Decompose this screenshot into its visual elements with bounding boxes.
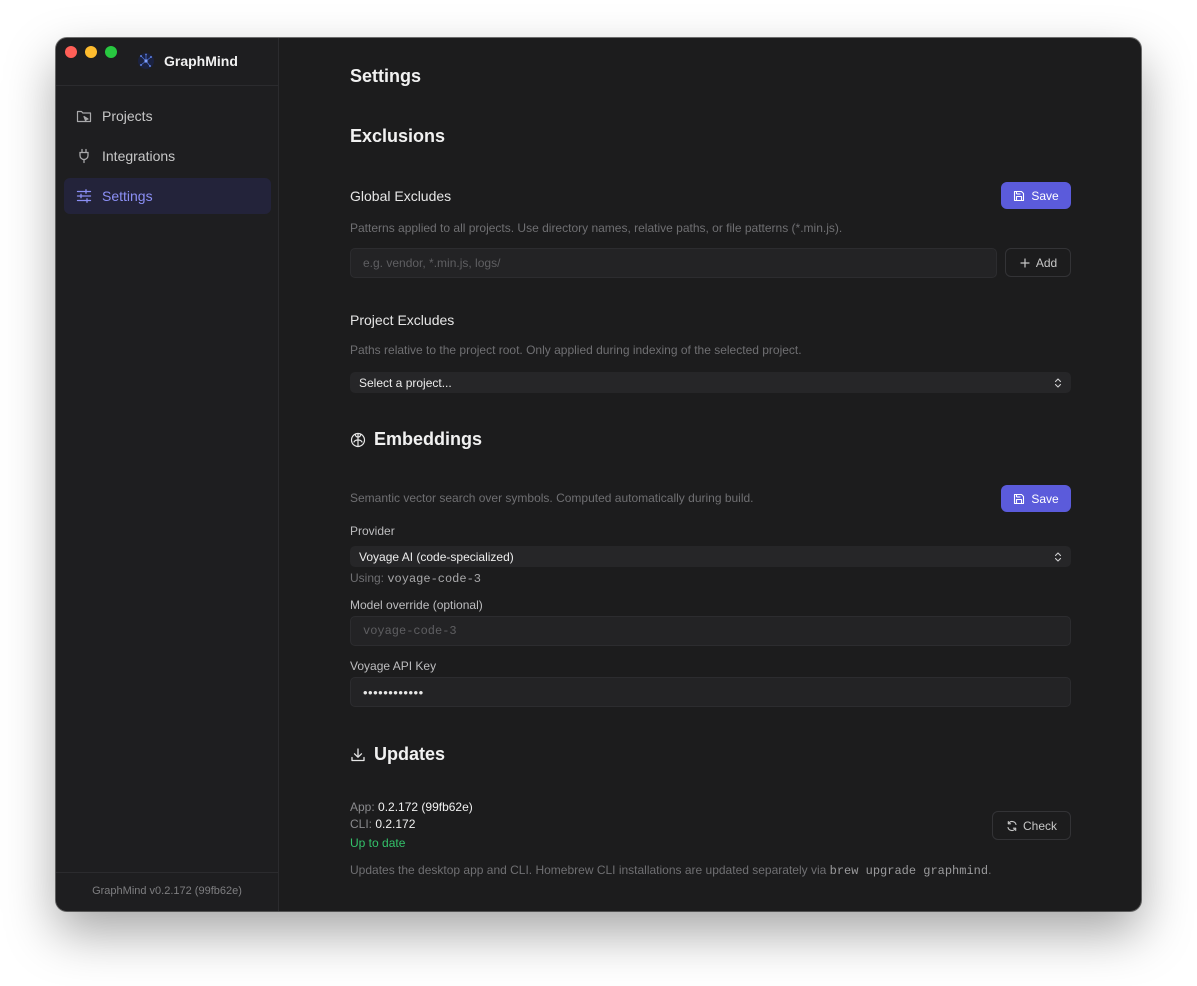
global-excludes-save-button[interactable]: Save xyxy=(1001,182,1071,209)
sidebar-item-projects[interactable]: Projects xyxy=(64,98,271,134)
save-button-label: Save xyxy=(1031,491,1059,506)
app-name: GraphMind xyxy=(164,53,238,69)
save-icon xyxy=(1014,493,1025,504)
project-select[interactable]: Select a project... xyxy=(350,372,1071,393)
provider-select-value: Voyage AI (code-specialized) xyxy=(359,549,514,564)
project-select-value: Select a project... xyxy=(359,375,452,390)
refresh-icon xyxy=(1007,820,1017,831)
using-model: voyage-code-3 xyxy=(387,572,481,586)
project-excludes-title: Project Excludes xyxy=(350,312,455,328)
updates-description-suffix: . xyxy=(988,863,992,877)
provider-label: Provider xyxy=(350,524,395,538)
minimize-window-button[interactable] xyxy=(85,46,97,58)
add-button-label: Add xyxy=(1035,255,1058,270)
updates-description-text: Updates the desktop app and CLI. Homebre… xyxy=(350,863,827,877)
cli-version-row: CLI: 0.2.172 xyxy=(350,817,415,831)
zoom-window-button[interactable] xyxy=(105,46,117,58)
api-key-label: Voyage API Key xyxy=(350,659,437,673)
brew-command: brew upgrade graphmind xyxy=(829,864,989,878)
sidebar-item-label: Integrations xyxy=(102,148,176,164)
exclusions-title-text: Exclusions xyxy=(350,126,446,146)
global-excludes-input[interactable] xyxy=(350,248,997,278)
update-status: Up to date xyxy=(350,836,406,850)
check-updates-button[interactable]: Check xyxy=(992,811,1071,840)
sliders-icon xyxy=(76,188,92,204)
app-window: GraphMind Projects Integrations Settings… xyxy=(56,38,1141,911)
updates-section-title: Updates xyxy=(350,744,445,765)
sidebar-item-label: Projects xyxy=(102,108,153,124)
app-version-value: 0.2.172 (99fb62e) xyxy=(378,800,473,814)
add-exclude-button[interactable]: Add xyxy=(1005,248,1071,277)
plus-icon xyxy=(1020,257,1030,268)
embeddings-save-button[interactable]: Save xyxy=(1001,485,1071,512)
app-version-footer: GraphMind v0.2.172 (99fb62e) xyxy=(92,885,242,897)
sidebar-footer-divider xyxy=(56,872,278,873)
sidebar-divider xyxy=(56,85,278,86)
app-version-label: App: xyxy=(350,800,375,814)
updates-description: Updates the desktop app and CLI. Homebre… xyxy=(350,863,991,878)
global-excludes-title: Global Excludes xyxy=(350,188,452,204)
window-controls xyxy=(65,46,117,58)
global-excludes-description: Patterns applied to all projects. Use di… xyxy=(350,221,843,235)
sidebar-item-integrations[interactable]: Integrations xyxy=(64,138,271,174)
provider-select[interactable]: Voyage AI (code-specialized) xyxy=(350,546,1071,567)
sidebar: GraphMind Projects Integrations Settings… xyxy=(56,38,279,911)
app-brand: GraphMind xyxy=(137,52,238,70)
embeddings-section-title: Embeddings xyxy=(350,429,482,450)
save-icon xyxy=(1014,190,1025,201)
brain-icon xyxy=(350,432,366,447)
save-button-label: Save xyxy=(1031,188,1059,203)
settings-main: Settings Exclusions Global Excludes Save… xyxy=(350,38,1071,911)
sidebar-nav: Projects Integrations Settings xyxy=(64,98,271,218)
cli-version-label: CLI: xyxy=(350,817,373,831)
model-override-input[interactable] xyxy=(350,616,1071,646)
cli-version-value: 0.2.172 xyxy=(375,817,416,831)
close-window-button[interactable] xyxy=(65,46,77,58)
download-icon xyxy=(351,747,365,761)
app-version-row: App: 0.2.172 (99fb62e) xyxy=(350,800,473,814)
projects-icon xyxy=(76,108,92,124)
plug-icon xyxy=(76,148,92,164)
sidebar-item-settings[interactable]: Settings xyxy=(64,178,271,214)
model-override-label: Model override (optional) xyxy=(350,598,483,612)
sidebar-item-label: Settings xyxy=(102,188,153,204)
graph-logo-icon xyxy=(138,53,154,69)
check-button-label: Check xyxy=(1022,818,1057,833)
updates-title-text: Updates xyxy=(374,744,446,764)
api-key-input[interactable] xyxy=(350,677,1071,707)
embeddings-description: Semantic vector search over symbols. Com… xyxy=(350,491,754,505)
model-in-use: Using: voyage-code-3 xyxy=(350,571,481,586)
exclusions-section-title: Exclusions xyxy=(350,126,445,147)
page-title: Settings xyxy=(350,66,422,86)
chevron-up-down-icon xyxy=(1054,551,1062,562)
embeddings-title-text: Embeddings xyxy=(374,429,483,449)
project-excludes-description: Paths relative to the project root. Only… xyxy=(350,343,802,357)
chevron-up-down-icon xyxy=(1054,377,1062,388)
using-prefix: Using: xyxy=(350,571,385,585)
